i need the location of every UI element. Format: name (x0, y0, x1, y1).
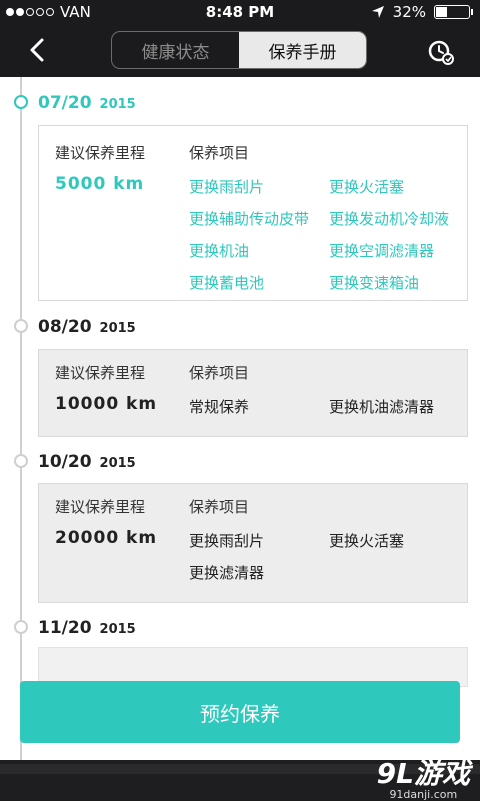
mileage-value: 20000 km (55, 528, 158, 548)
maintenance-card[interactable]: 建议保养里程 保养项目 5000 km 更换雨刮片 更换火活塞 更换辅助传动皮带… (38, 125, 468, 301)
timeline-date: 08/20 2015 (38, 317, 136, 337)
maintenance-item: 更换蓄电池 (189, 274, 265, 292)
maintenance-item: 更换机油滤清器 (329, 398, 435, 416)
timeline-date: 10/20 2015 (38, 452, 136, 472)
items-label: 保养项目 (189, 144, 250, 162)
tab-health-status[interactable]: 健康状态 (112, 32, 239, 68)
timeline-content[interactable]: 07/20 2015 建议保养里程 保养项目 5000 km 更换雨刮片 更换火活… (0, 77, 480, 760)
timeline-node (14, 454, 28, 468)
timeline-date: 11/20 2015 (38, 618, 136, 638)
mileage-label: 建议保养里程 (55, 364, 146, 382)
maintenance-card[interactable]: 建议保养里程 保养项目 20000 km 更换雨刮片 更换火活塞 更换滤清器 (38, 483, 468, 603)
nav-bar: 健康状态 保养手册 (0, 24, 480, 77)
maintenance-item: 更换火活塞 (329, 532, 405, 550)
history-clock-icon[interactable] (426, 38, 456, 68)
maintenance-item: 更换雨刮片 (189, 178, 265, 196)
watermark-logo: 9L游戏 91danji.com (376, 757, 470, 801)
book-maintenance-button[interactable]: 预约保养 (20, 681, 460, 743)
tab-maintenance-manual[interactable]: 保养手册 (239, 32, 366, 68)
mileage-value: 5000 km (55, 174, 145, 194)
maintenance-item: 常规保养 (189, 398, 250, 416)
items-label: 保养项目 (189, 364, 250, 382)
maintenance-item: 更换变速箱油 (329, 274, 420, 292)
timeline-node (14, 95, 28, 109)
battery-percent: 32% (392, 3, 426, 21)
segmented-control: 健康状态 保养手册 (111, 31, 367, 69)
mileage-label: 建议保养里程 (55, 144, 146, 162)
maintenance-item: 更换滤清器 (189, 564, 265, 582)
back-arrow-icon[interactable] (22, 34, 54, 66)
timeline-date: 07/20 2015 (38, 93, 136, 113)
items-label: 保养项目 (189, 498, 250, 516)
maintenance-item: 更换空调滤清器 (329, 242, 435, 260)
maintenance-item: 更换机油 (189, 242, 250, 260)
maintenance-item: 更换雨刮片 (189, 532, 265, 550)
timeline-node (14, 620, 28, 634)
maintenance-item: 更换火活塞 (329, 178, 405, 196)
mileage-label: 建议保养里程 (55, 498, 146, 516)
status-bar: VAN 8:48 PM 32% (0, 0, 480, 24)
maintenance-item: 更换辅助传动皮带 (189, 210, 310, 228)
timeline-line (20, 77, 22, 760)
mileage-value: 10000 km (55, 394, 158, 414)
location-arrow-icon (371, 6, 384, 18)
maintenance-card[interactable]: 建议保养里程 保养项目 10000 km 常规保养 更换机油滤清器 (38, 349, 468, 437)
battery-icon (434, 5, 473, 19)
timeline-node (14, 319, 28, 333)
maintenance-item: 更换发动机冷却液 (329, 210, 450, 228)
